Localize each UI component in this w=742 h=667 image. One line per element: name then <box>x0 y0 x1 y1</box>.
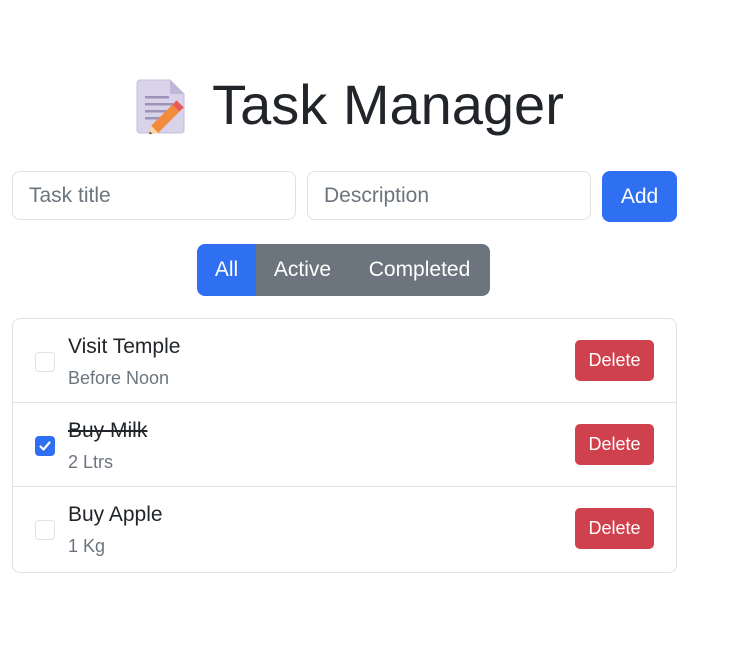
page-title: Task Manager <box>212 73 564 136</box>
delete-button[interactable]: Delete <box>575 340 654 381</box>
task-title: Buy Milk <box>68 419 148 442</box>
delete-button[interactable]: Delete <box>575 508 654 549</box>
page-header: Task Manager <box>0 72 700 137</box>
task-list: Visit Temple Before Noon Delete Buy Milk… <box>12 318 677 573</box>
checkmark-icon <box>39 441 51 451</box>
filter-completed-button[interactable]: Completed <box>349 244 490 296</box>
task-checkbox[interactable] <box>35 520 55 540</box>
task-description-input[interactable] <box>307 171 591 220</box>
task-description: Before Noon <box>68 368 170 388</box>
filter-active-button[interactable]: Active <box>256 244 349 296</box>
task-title: Visit Temple <box>68 335 181 358</box>
task-checkbox[interactable] <box>35 436 55 456</box>
filter-all-button[interactable]: All <box>197 244 256 296</box>
filter-group: All Active Completed <box>197 244 490 296</box>
add-button[interactable]: Add <box>602 171 677 222</box>
task-checkbox[interactable] <box>35 352 55 372</box>
task-description: 1 Kg <box>68 536 106 556</box>
task-item: Buy Apple 1 Kg Delete <box>13 487 676 572</box>
task-item: Visit Temple Before Noon Delete <box>13 319 676 403</box>
memo-icon <box>136 79 185 134</box>
delete-button[interactable]: Delete <box>575 424 654 465</box>
task-title: Buy Apple <box>68 503 163 526</box>
task-description: 2 Ltrs <box>68 452 114 472</box>
task-title-input[interactable] <box>12 171 296 220</box>
add-task-form: Add <box>12 171 677 222</box>
task-item: Buy Milk 2 Ltrs Delete <box>13 403 676 487</box>
